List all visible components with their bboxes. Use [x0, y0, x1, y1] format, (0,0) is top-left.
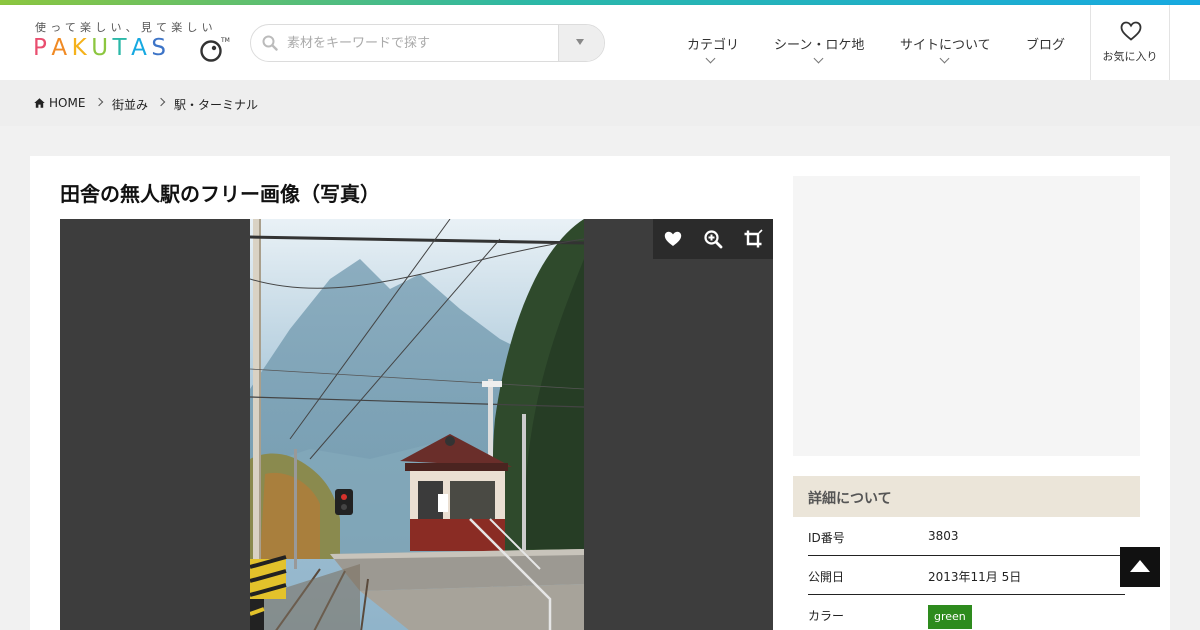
details-key: カラー — [808, 609, 845, 623]
chevron-right-icon — [156, 97, 166, 107]
logo-tagline: 使って楽しい、見て楽しい — [35, 21, 217, 34]
details-row-published: 公開日 2013年11月 5日 — [808, 556, 1125, 595]
ad-placeholder — [793, 176, 1140, 456]
chevron-down-icon — [813, 53, 824, 64]
breadcrumb-current[interactable]: 駅・ターミナル — [174, 96, 258, 113]
search-icon — [262, 35, 278, 51]
logo-letter: A — [51, 35, 72, 61]
details-key: 公開日 — [808, 570, 845, 584]
logo-trademark: TM — [221, 37, 230, 44]
chevron-down-icon — [705, 53, 716, 64]
home-icon — [34, 98, 45, 108]
back-to-top-button[interactable] — [1120, 547, 1160, 587]
nav-item-about-site[interactable]: サイトについて — [900, 34, 991, 53]
chevron-right-icon — [94, 97, 104, 107]
zoom-in-icon[interactable] — [703, 229, 723, 249]
content-card: 田舎の無人駅のフリー画像（写真） 詳細について ID番号 3803 公開日 20… — [30, 156, 1170, 630]
color-tag-link[interactable]: green — [928, 605, 972, 629]
favorites-label: お気に入り — [1102, 50, 1158, 63]
details-value: 2013年11月 5日 — [928, 570, 1022, 584]
breadcrumb: HOME 街並み 駅・ターミナル — [0, 80, 1200, 126]
details-title: 詳細について — [808, 491, 892, 507]
logo-wordmark: PAKUTAS — [33, 35, 170, 61]
site-logo[interactable]: 使って楽しい、見て楽しい PAKUTAS TM — [33, 19, 230, 69]
search-category-dropdown[interactable] — [558, 25, 604, 61]
favorite-heart-icon[interactable] — [663, 229, 683, 249]
search-bar — [250, 24, 605, 62]
details-row-id: ID番号 3803 — [808, 517, 1125, 556]
site-header: 使って楽しい、見て楽しい PAKUTAS TM カテゴリ シーン・ロケ地 サイト… — [0, 5, 1200, 80]
photo-image[interactable] — [250, 219, 584, 630]
logo-letter: T — [112, 35, 132, 61]
search-input[interactable] — [287, 25, 557, 61]
breadcrumb-home-link[interactable]: HOME — [49, 96, 85, 110]
chevron-down-icon — [939, 53, 950, 64]
nav-item-scene-location[interactable]: シーン・ロケ地 — [774, 34, 864, 53]
logo-camera-mark — [200, 40, 222, 62]
nav-item-blog[interactable]: ブログ — [1026, 34, 1065, 53]
crop-icon[interactable] — [743, 229, 763, 249]
favorites-button[interactable]: お気に入り — [1090, 5, 1170, 80]
nav-item-category[interactable]: カテゴリ — [687, 34, 739, 53]
details-value: 3803 — [928, 529, 959, 543]
page-title: 田舎の無人駅のフリー画像（写真） — [60, 182, 380, 206]
details-row-color: カラー green — [808, 595, 1125, 630]
heart-icon — [1120, 21, 1142, 41]
logo-letter: S — [151, 35, 171, 61]
photo-toolbar — [653, 219, 773, 259]
logo-letter: U — [91, 35, 113, 61]
photo-viewer — [60, 219, 773, 630]
breadcrumb-cityscape-link[interactable]: 街並み — [112, 96, 148, 113]
logo-letter: K — [71, 35, 92, 61]
details-key: ID番号 — [808, 531, 845, 545]
logo-letter: A — [131, 35, 152, 61]
details-header: 詳細について — [793, 476, 1140, 517]
logo-letter: P — [33, 35, 52, 61]
